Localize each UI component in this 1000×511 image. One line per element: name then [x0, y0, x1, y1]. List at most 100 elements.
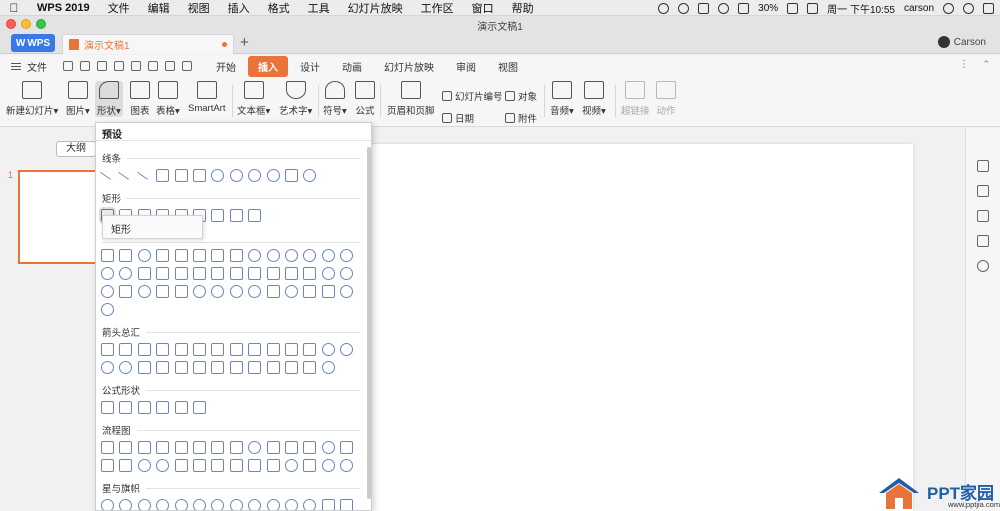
- delay-shape[interactable]: [266, 459, 280, 472]
- process-shape[interactable]: [101, 441, 114, 454]
- trapezoid-shape[interactable]: [211, 249, 225, 262]
- chevron-shape[interactable]: [192, 361, 206, 374]
- new-slide-button[interactable]: 新建幻灯片▾: [6, 81, 58, 117]
- data-shape[interactable]: [156, 441, 170, 454]
- chart-button[interactable]: 图表: [130, 81, 150, 117]
- user-account[interactable]: Carson: [937, 36, 986, 48]
- pentagon-shape[interactable]: [248, 249, 262, 262]
- spotlight-search-icon[interactable]: [943, 2, 954, 14]
- curved-up-arrow-shape[interactable]: [101, 361, 114, 374]
- predefined-process-shape[interactable]: [174, 441, 188, 454]
- curved-connector-shape[interactable]: [211, 169, 225, 182]
- card-shape[interactable]: [101, 459, 114, 472]
- textbox-button[interactable]: 文本框▾: [237, 81, 270, 117]
- menu-edit[interactable]: 编辑: [139, 0, 179, 16]
- shapes-scrollbar[interactable]: [367, 147, 371, 499]
- folded-corner-shape[interactable]: [119, 285, 133, 298]
- off-page-connector-shape[interactable]: [340, 441, 354, 454]
- header-footer-button[interactable]: 页眉和页脚: [387, 81, 435, 117]
- left-up-arrow-shape[interactable]: [284, 343, 298, 356]
- right-bracket-shape[interactable]: [321, 285, 335, 298]
- sun-shape[interactable]: [192, 285, 206, 298]
- collapse-ribbon-icon[interactable]: ⌃: [982, 59, 990, 70]
- shape-style-icon[interactable]: [977, 210, 989, 222]
- oval-shape[interactable]: [137, 249, 151, 262]
- object-button[interactable]: 对象: [505, 89, 537, 103]
- menubar-clock[interactable]: 周一 下午10:55: [827, 1, 895, 16]
- left-right-arrow-shape[interactable]: [174, 343, 188, 356]
- sort-shape[interactable]: [192, 459, 206, 472]
- battery-icon[interactable]: [787, 2, 799, 14]
- wordart-button[interactable]: 艺术字▾: [279, 81, 312, 117]
- round-same-side-rectangle-shape[interactable]: [229, 209, 243, 222]
- record-icon[interactable]: [678, 2, 690, 14]
- curved-arrow-connector-shape[interactable]: [229, 169, 243, 182]
- wechat-icon[interactable]: [658, 2, 670, 14]
- menu-format[interactable]: 格式: [259, 0, 299, 16]
- text-box-shape[interactable]: [101, 249, 114, 262]
- symbol-button[interactable]: 符号▾: [323, 81, 347, 117]
- history-icon[interactable]: [977, 260, 989, 272]
- stored-data-shape[interactable]: [248, 459, 262, 472]
- manual-operation-shape[interactable]: [303, 441, 317, 454]
- new-tab-button[interactable]: +: [240, 34, 249, 51]
- explosion-2-shape[interactable]: [119, 499, 133, 510]
- can-shape[interactable]: [266, 267, 280, 280]
- internal-storage-shape[interactable]: [192, 441, 206, 454]
- cube-shape[interactable]: [284, 267, 298, 280]
- menu-file[interactable]: 文件: [99, 0, 139, 16]
- menu-insert[interactable]: 插入: [219, 0, 259, 16]
- quad-arrow-callout-shape[interactable]: [303, 361, 317, 374]
- left-brace-shape[interactable]: [340, 285, 354, 298]
- table-button[interactable]: 表格▾: [156, 81, 180, 117]
- tab-design[interactable]: 设计: [290, 56, 330, 77]
- menu-slideshow[interactable]: 幻灯片放映: [339, 0, 412, 16]
- frame-shape[interactable]: [156, 267, 170, 280]
- left-bracket-shape[interactable]: [303, 285, 317, 298]
- right-brace-shape[interactable]: [101, 303, 114, 316]
- wps-home-tab[interactable]: W WPS: [11, 34, 55, 52]
- formula-button[interactable]: 公式: [355, 81, 375, 117]
- tab-slideshow[interactable]: 幻灯片放映: [374, 56, 444, 77]
- chord-shape[interactable]: [119, 267, 133, 280]
- menu-tools[interactable]: 工具: [299, 0, 339, 16]
- up-down-arrow-shape[interactable]: [192, 343, 206, 356]
- sequential-access-storage-shape[interactable]: [284, 459, 298, 472]
- tab-review[interactable]: 审阅: [446, 56, 486, 77]
- cross-shape[interactable]: [229, 267, 243, 280]
- bluetooth-icon[interactable]: [698, 2, 710, 14]
- tab-view[interactable]: 视图: [488, 56, 528, 77]
- multidocument-shape[interactable]: [229, 441, 243, 454]
- explosion-1-shape[interactable]: [101, 499, 114, 510]
- curved-double-arrow-shape[interactable]: [248, 169, 262, 182]
- freeform-shape[interactable]: [284, 169, 298, 182]
- magnetic-disk-shape[interactable]: [303, 459, 317, 472]
- double-arrow-line-shape[interactable]: [136, 165, 152, 181]
- vertical-text-box-shape[interactable]: [119, 249, 133, 262]
- scribble-shape[interactable]: [303, 169, 317, 182]
- hyperlink-button[interactable]: 超链接: [621, 81, 650, 117]
- 8-point-star-shape[interactable]: [211, 499, 225, 510]
- 6-point-star-shape[interactable]: [174, 499, 188, 510]
- ribbon-down-shape[interactable]: [340, 499, 354, 510]
- division-shape[interactable]: [156, 401, 170, 414]
- down-arrow-callout-shape[interactable]: [266, 361, 280, 374]
- notification-center-icon[interactable]: [983, 2, 994, 14]
- slide-canvas[interactable]: [370, 144, 913, 511]
- round-diagonal-rectangle-shape[interactable]: [248, 209, 262, 222]
- 32-point-star-shape[interactable]: [303, 499, 317, 510]
- pie-shape[interactable]: [101, 267, 114, 280]
- or-shape[interactable]: [156, 459, 170, 472]
- down-arrow-shape[interactable]: [156, 343, 170, 356]
- double-bracket-shape[interactable]: [266, 285, 280, 298]
- striped-right-arrow-shape[interactable]: [137, 361, 151, 374]
- punched-tape-shape[interactable]: [119, 459, 133, 472]
- notched-right-arrow-shape[interactable]: [156, 361, 170, 374]
- display-shape[interactable]: [340, 459, 354, 472]
- cloud-shape[interactable]: [229, 285, 243, 298]
- 24-point-star-shape[interactable]: [284, 499, 298, 510]
- block-arc-shape[interactable]: [101, 285, 114, 298]
- line-shape[interactable]: [99, 165, 116, 181]
- left-arrow-callout-shape[interactable]: [229, 361, 243, 374]
- customize-quickbar-icon[interactable]: [182, 61, 192, 71]
